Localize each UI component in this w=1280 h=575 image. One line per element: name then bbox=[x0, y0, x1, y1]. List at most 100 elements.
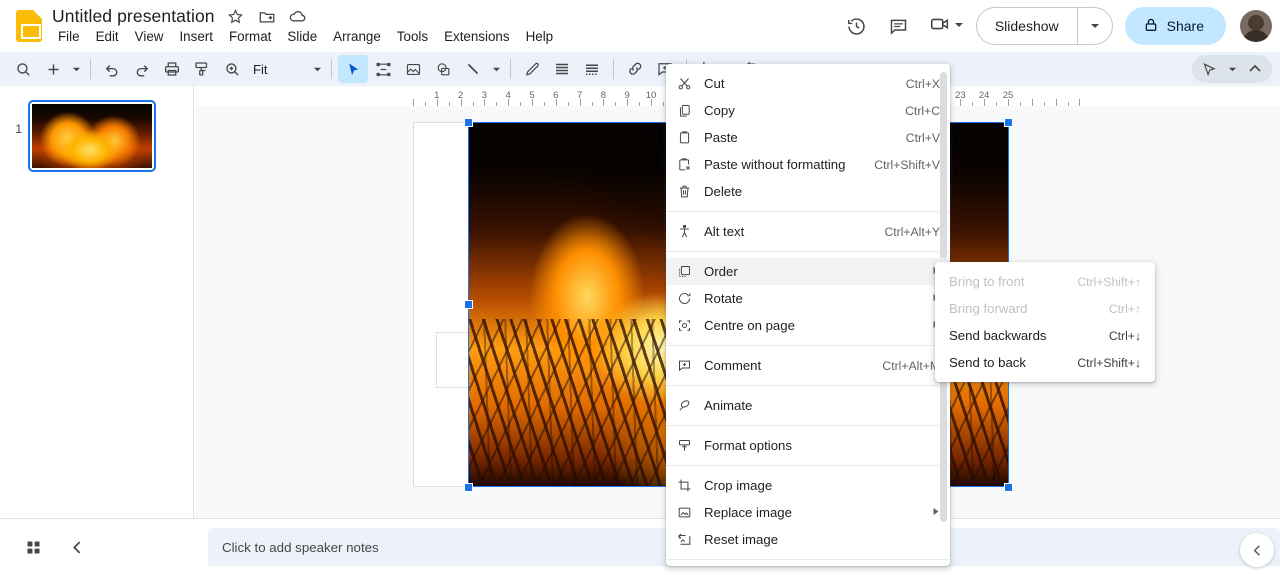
context-menu-divider bbox=[666, 211, 950, 212]
paste-plain-icon bbox=[677, 156, 699, 174]
order-submenu-item-label: Send to back bbox=[949, 355, 1026, 370]
select-mode-arrow[interactable] bbox=[1224, 55, 1240, 83]
image-context-menu[interactable]: Cut Ctrl+X Copy Ctrl+C Paste Ctrl+V Paste with… bbox=[666, 64, 950, 566]
context-menu-item-format-options[interactable]: Format options bbox=[666, 432, 950, 459]
clipboard-icon bbox=[677, 129, 699, 147]
context-menu-item-comment[interactable]: Comment Ctrl+Alt+M bbox=[666, 352, 950, 379]
line-dropdown-arrow[interactable] bbox=[488, 55, 504, 83]
print-icon[interactable] bbox=[157, 55, 187, 83]
expand-panel-icon[interactable] bbox=[1240, 533, 1274, 567]
context-menu-divider bbox=[666, 559, 950, 560]
ruler-tick bbox=[1079, 99, 1081, 106]
fill-color-icon[interactable] bbox=[547, 55, 577, 83]
copy-icon bbox=[677, 102, 699, 120]
slideshow-button[interactable]: Slideshow bbox=[977, 8, 1077, 44]
menu-file[interactable]: File bbox=[50, 27, 88, 46]
order-icon bbox=[677, 263, 699, 281]
trash-icon bbox=[677, 183, 699, 201]
share-button[interactable]: Share bbox=[1124, 7, 1226, 45]
menu-tools[interactable]: Tools bbox=[389, 27, 436, 46]
border-color-icon[interactable] bbox=[577, 55, 607, 83]
resize-handle-top-left[interactable] bbox=[463, 117, 473, 127]
comment-history-icon[interactable] bbox=[879, 6, 919, 46]
menu-help[interactable]: Help bbox=[518, 27, 562, 46]
version-history-icon[interactable] bbox=[837, 6, 877, 46]
star-icon[interactable] bbox=[226, 7, 246, 27]
zoom-dropdown-arrow[interactable] bbox=[309, 55, 325, 83]
undo-icon[interactable] bbox=[97, 55, 127, 83]
select-cursor-icon[interactable] bbox=[338, 55, 368, 83]
context-menu-item-centre-on-page[interactable]: Centre on page bbox=[666, 312, 950, 339]
menu-arrange[interactable]: Arrange bbox=[325, 27, 389, 46]
cloud-saved-icon[interactable] bbox=[288, 7, 308, 27]
context-menu-item-shortcut: Ctrl+X bbox=[905, 76, 940, 91]
order-submenu-item-bring-to-front: Bring to front Ctrl+Shift+↑ bbox=[935, 268, 1155, 295]
image-icon[interactable] bbox=[398, 55, 428, 83]
line-icon[interactable] bbox=[458, 55, 488, 83]
context-menu-item-paste-without-formatting[interactable]: Paste without formatting Ctrl+Shift+V bbox=[666, 151, 950, 178]
select-mode-icon[interactable] bbox=[1194, 55, 1224, 83]
meet-button[interactable] bbox=[921, 6, 968, 46]
context-menu-item-reset-image[interactable]: Reset image bbox=[666, 526, 950, 553]
toolbar-divider-1 bbox=[90, 59, 91, 79]
redo-icon[interactable] bbox=[127, 55, 157, 83]
zoom-level[interactable]: Fit bbox=[247, 62, 283, 77]
order-submenu-item-label: Bring forward bbox=[949, 301, 1028, 316]
menu-insert[interactable]: Insert bbox=[171, 27, 221, 46]
context-menu-item-paste[interactable]: Paste Ctrl+V bbox=[666, 124, 950, 151]
context-menu-item-crop-image[interactable]: Crop image bbox=[666, 472, 950, 499]
order-submenu[interactable]: Bring to front Ctrl+Shift+↑ Bring forward C… bbox=[935, 262, 1155, 382]
collapse-toolbar-icon[interactable] bbox=[1240, 55, 1270, 83]
resize-handle-top-right[interactable] bbox=[1004, 117, 1013, 127]
search-icon[interactable] bbox=[8, 55, 38, 83]
order-submenu-item-send-to-back[interactable]: Send to back Ctrl+Shift+↓ bbox=[935, 349, 1155, 376]
filmstrip-slide-1[interactable]: 1 bbox=[0, 100, 194, 172]
notes-left-controls bbox=[0, 536, 194, 558]
paint-format-icon[interactable] bbox=[187, 55, 217, 83]
slideshow-group: Slideshow bbox=[975, 7, 1113, 45]
text-box-icon[interactable] bbox=[368, 55, 398, 83]
context-menu-item-label: Cut bbox=[704, 76, 725, 91]
context-menu-item-copy[interactable]: Copy Ctrl+C bbox=[666, 97, 950, 124]
toolbar-divider-4 bbox=[613, 59, 614, 79]
add-comment-icon bbox=[677, 357, 699, 375]
zoom-icon[interactable] bbox=[217, 55, 247, 83]
context-menu-item-replace-image[interactable]: Replace image bbox=[666, 499, 950, 526]
context-menu-item-cut[interactable]: Cut Ctrl+X bbox=[666, 70, 950, 97]
top-bar: Untitled presentation File Edit View Ins… bbox=[0, 0, 1280, 52]
speaker-notes-bar: Click to add speaker notes bbox=[0, 518, 1280, 575]
format-options-icon bbox=[677, 437, 699, 455]
context-menu-item-shortcut: Ctrl+Alt+Y bbox=[884, 224, 940, 239]
context-menu-item-rotate[interactable]: Rotate bbox=[666, 285, 950, 312]
menu-edit[interactable]: Edit bbox=[88, 27, 127, 46]
context-menu-item-animate[interactable]: Animate bbox=[666, 392, 950, 419]
context-menu-item-order[interactable]: Order bbox=[666, 258, 950, 285]
menu-slide[interactable]: Slide bbox=[279, 27, 325, 46]
shape-icon[interactable] bbox=[428, 55, 458, 83]
menu-extensions[interactable]: Extensions bbox=[436, 27, 518, 46]
slideshow-dropdown-arrow[interactable] bbox=[1078, 8, 1112, 44]
resize-handle-middle-left[interactable] bbox=[463, 300, 473, 309]
slide-thumbnail[interactable] bbox=[28, 100, 156, 172]
pen-icon[interactable] bbox=[517, 55, 547, 83]
context-menu-item-alt-text[interactable]: Alt text Ctrl+Alt+Y bbox=[666, 218, 950, 245]
avatar[interactable] bbox=[1240, 10, 1272, 42]
link-icon[interactable] bbox=[620, 55, 650, 83]
document-title[interactable]: Untitled presentation bbox=[52, 6, 215, 27]
move-to-folder-icon[interactable] bbox=[257, 7, 277, 27]
menu-view[interactable]: View bbox=[127, 27, 172, 46]
order-submenu-item-send-backwards[interactable]: Send backwards Ctrl+↓ bbox=[935, 322, 1155, 349]
context-menu-item-shortcut: Ctrl+Shift+V bbox=[874, 157, 940, 172]
ruler-tick bbox=[1055, 99, 1057, 106]
context-menu-item-delete[interactable]: Delete bbox=[666, 178, 950, 205]
context-menu-item-shortcut: Ctrl+Alt+M bbox=[882, 358, 940, 373]
add-slide-dropdown-arrow[interactable] bbox=[68, 55, 84, 83]
grid-view-icon[interactable] bbox=[22, 536, 44, 558]
menu-format[interactable]: Format bbox=[221, 27, 279, 46]
slide-filmstrip: 1 bbox=[0, 86, 194, 518]
collapse-filmstrip-icon[interactable] bbox=[66, 536, 88, 558]
add-slide-icon[interactable] bbox=[38, 55, 68, 83]
resize-handle-bottom-right[interactable] bbox=[1004, 482, 1013, 492]
context-menu-divider bbox=[666, 385, 950, 386]
resize-handle-bottom-left[interactable] bbox=[463, 482, 473, 492]
